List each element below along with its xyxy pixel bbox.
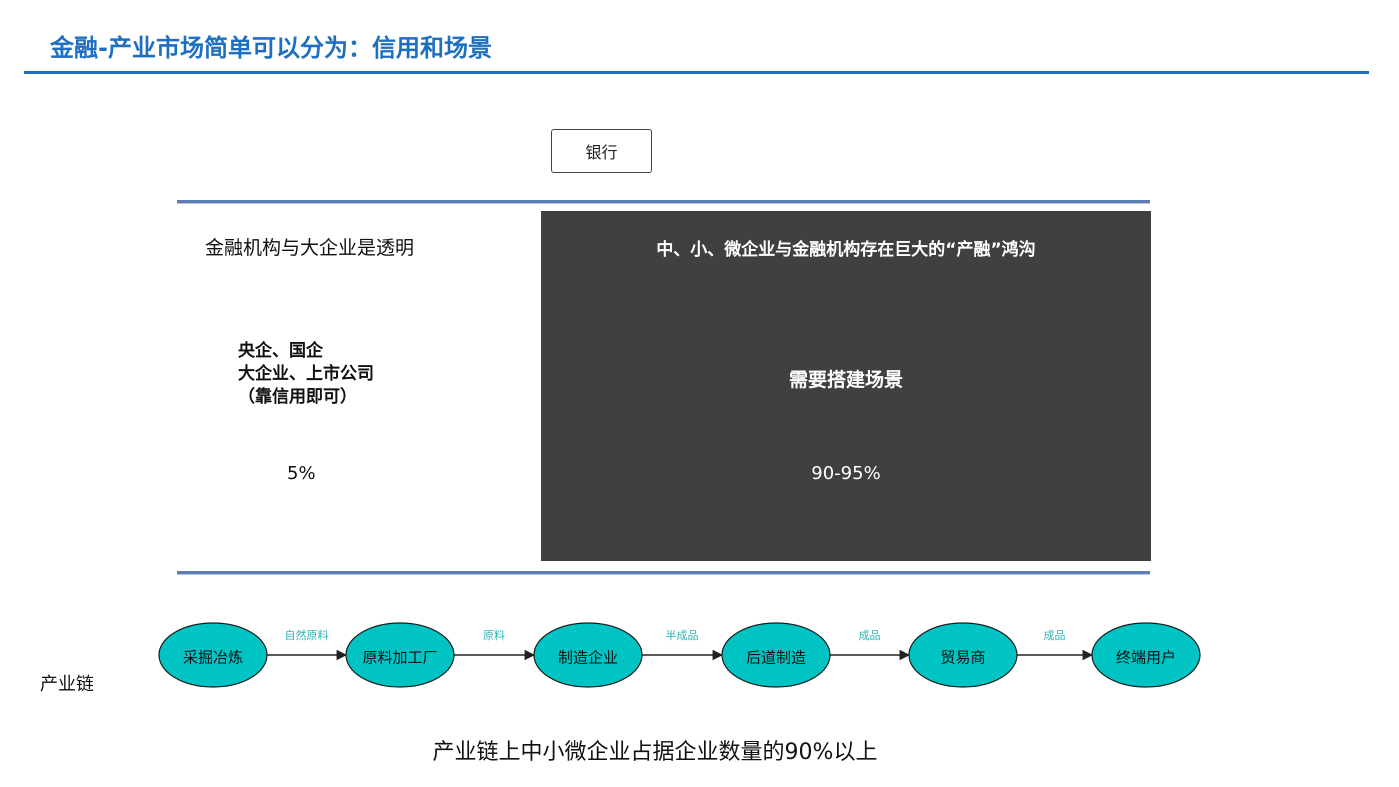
top-divider (177, 200, 1150, 203)
large-enterprise-percent: 5% (287, 463, 316, 484)
chain-edge-label: 原料 (483, 629, 505, 642)
title-divider (24, 71, 1369, 74)
sme-gap-panel: 中、小、微企业与金融机构存在巨大的“产融”鸿沟 需要搭建场景 90-95% (541, 211, 1151, 561)
sme-percent: 90-95% (811, 463, 881, 484)
footer-note: 产业链上中小微企业占据企业数量的90%以上 (432, 740, 878, 765)
chain-node-label: 制造企业 (557, 648, 619, 667)
chain-edge-label: 半成品 (665, 629, 699, 642)
transparent-label: 金融机构与大企业是透明 (205, 237, 415, 259)
bottom-divider (177, 571, 1150, 574)
chain-node-label: 后道制造 (745, 648, 807, 667)
scene-needed-label: 需要搭建场景 (788, 369, 903, 391)
chain-edge-label: 成品 (858, 629, 881, 642)
large-enterprise-list: 央企、国企 大企业、上市公司 （靠信用即可） (238, 340, 374, 409)
large-enterprise-line: （靠信用即可） (238, 387, 357, 407)
large-enterprise-line: 央企、国企 (238, 341, 323, 361)
page-title: 金融-产业市场简单可以分为：信用和场景 (50, 34, 492, 62)
chain-node-label: 原料加工厂 (362, 648, 438, 667)
chain-node-label: 终端用户 (1115, 648, 1177, 667)
bank-box: 银行 (551, 129, 652, 173)
bank-label: 银行 (585, 143, 618, 162)
chain-node-label: 贸易商 (940, 648, 986, 667)
chain-edge-label: 自然原料 (284, 629, 329, 642)
sme-gap-heading: 中、小、微企业与金融机构存在巨大的“产融”鸿沟 (656, 240, 1036, 260)
large-enterprise-line: 大企业、上市公司 (238, 364, 374, 384)
chain-edge-label: 成品 (1043, 629, 1066, 642)
chain-node-label: 采掘冶炼 (182, 648, 244, 667)
